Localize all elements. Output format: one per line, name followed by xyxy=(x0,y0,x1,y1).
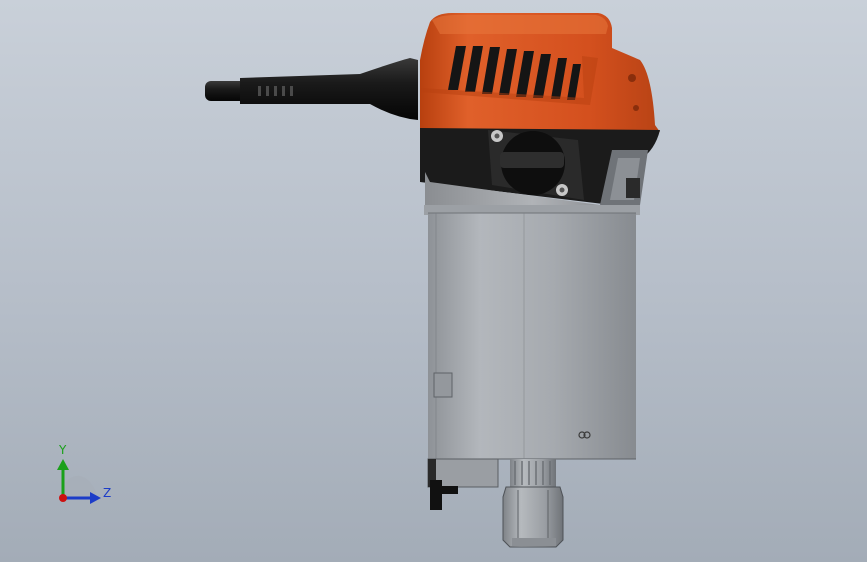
triad-z-label: Z xyxy=(103,486,112,500)
screw-icon xyxy=(628,74,636,82)
screw-icon xyxy=(633,105,639,111)
switch-icon xyxy=(626,178,640,198)
collet-nut[interactable] xyxy=(502,459,564,548)
motor-housing-top[interactable] xyxy=(420,13,660,132)
y-axis-arrow-icon xyxy=(57,459,69,470)
model-view[interactable] xyxy=(0,0,867,562)
triad-y-label: Y xyxy=(59,443,67,457)
power-cord[interactable] xyxy=(205,58,418,120)
base-plate xyxy=(427,458,499,510)
coordinate-triad xyxy=(57,459,101,504)
dial-knob[interactable] xyxy=(500,152,564,168)
origin-dot-icon xyxy=(59,494,67,502)
lock-button[interactable] xyxy=(433,372,453,398)
motor-cylinder[interactable] xyxy=(428,212,636,460)
graphics-viewport[interactable]: Y Z xyxy=(0,0,867,562)
